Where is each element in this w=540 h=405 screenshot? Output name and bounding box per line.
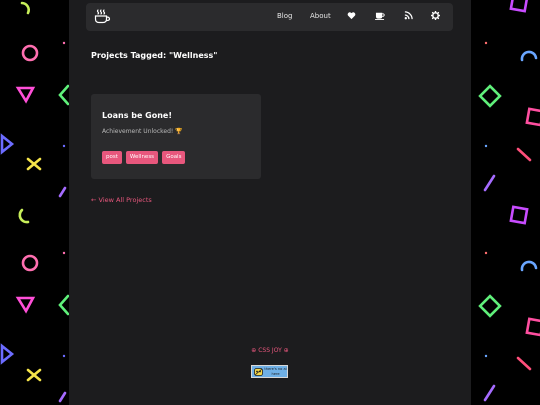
tag-post[interactable]: post: [102, 151, 122, 164]
coffee-cup-logo-icon[interactable]: [94, 9, 111, 24]
project-card[interactable]: Loans be Gone! Achievement Unlocked! 🏆 p…: [91, 94, 261, 179]
project-description: Achievement Unlocked! 🏆: [102, 128, 183, 135]
page-title: Projects Tagged: "Wellness": [91, 51, 218, 60]
nav-link-blog[interactable]: Blog: [277, 12, 292, 20]
project-title[interactable]: Loans be Gone!: [102, 111, 172, 120]
tag-list: post Wellness Goals: [102, 151, 186, 164]
tag-goals[interactable]: Goals: [162, 151, 186, 164]
page-container: Blog About Projects Tagged: "Wellness" L…: [69, 0, 471, 405]
nav-link-about[interactable]: About: [310, 12, 331, 20]
coffee-icon[interactable]: [375, 11, 385, 20]
no-ai-badge[interactable]: there's no ai here: [251, 365, 288, 378]
footer-css-joy: ⊕ CSS JOY ⊕: [251, 347, 289, 354]
rss-icon[interactable]: [404, 11, 413, 20]
view-all-projects-link[interactable]: ← View All Projects: [91, 196, 152, 204]
gear-icon[interactable]: [431, 11, 440, 20]
heart-icon[interactable]: [347, 11, 356, 20]
tag-wellness[interactable]: Wellness: [125, 151, 159, 164]
robot-icon: [254, 368, 263, 376]
navbar: Blog About: [86, 3, 453, 31]
badge-text: there's no ai here: [264, 367, 287, 376]
